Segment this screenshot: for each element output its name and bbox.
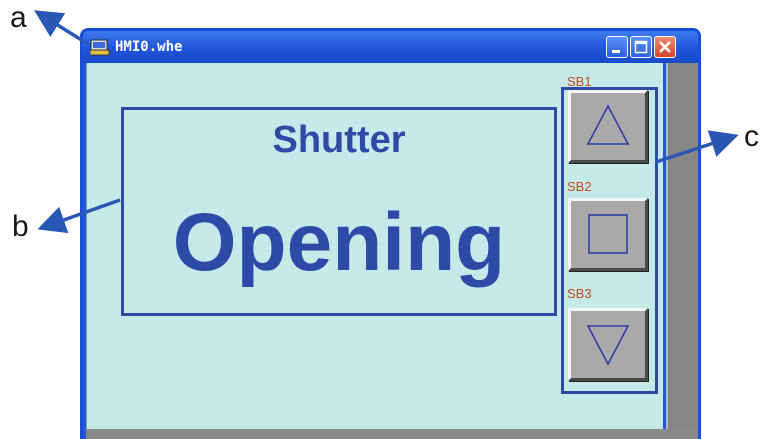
maximize-button[interactable] (630, 36, 652, 58)
hmi-window: HMI0.whe Shutter Opening SB1 SB2 SB3 (80, 28, 701, 439)
close-button[interactable] (654, 36, 676, 58)
shutter-heading: Shutter (272, 119, 406, 161)
shutter-status-panel: Shutter Opening (121, 107, 557, 316)
vertical-scrollbar[interactable] (666, 63, 698, 439)
close-icon (659, 41, 671, 53)
callout-a: a (10, 1, 27, 34)
sb2-stop-button[interactable] (568, 198, 648, 271)
minimize-button[interactable] (606, 36, 628, 58)
square-stop-icon (588, 214, 628, 254)
callout-b: b (12, 210, 29, 243)
sb3-down-button[interactable] (568, 308, 648, 381)
triangle-down-icon (586, 325, 630, 366)
sb1-up-button[interactable] (568, 90, 648, 163)
hmi-app-icon (90, 39, 110, 56)
triangle-up-icon (586, 104, 630, 145)
sb1-label: SB1 (567, 74, 592, 89)
horizontal-scrollbar[interactable] (86, 429, 698, 439)
title-bar[interactable]: HMI0.whe (83, 31, 698, 63)
sb3-label: SB3 (567, 286, 592, 301)
maximize-icon (634, 40, 648, 54)
minimize-icon (612, 50, 620, 53)
window-title: HMI0.whe (115, 39, 183, 55)
sb2-label: SB2 (567, 179, 592, 194)
callout-c: c (744, 120, 759, 153)
hmi-screen: Shutter Opening SB1 SB2 SB3 (86, 63, 663, 439)
shutter-state: Opening (172, 197, 506, 288)
